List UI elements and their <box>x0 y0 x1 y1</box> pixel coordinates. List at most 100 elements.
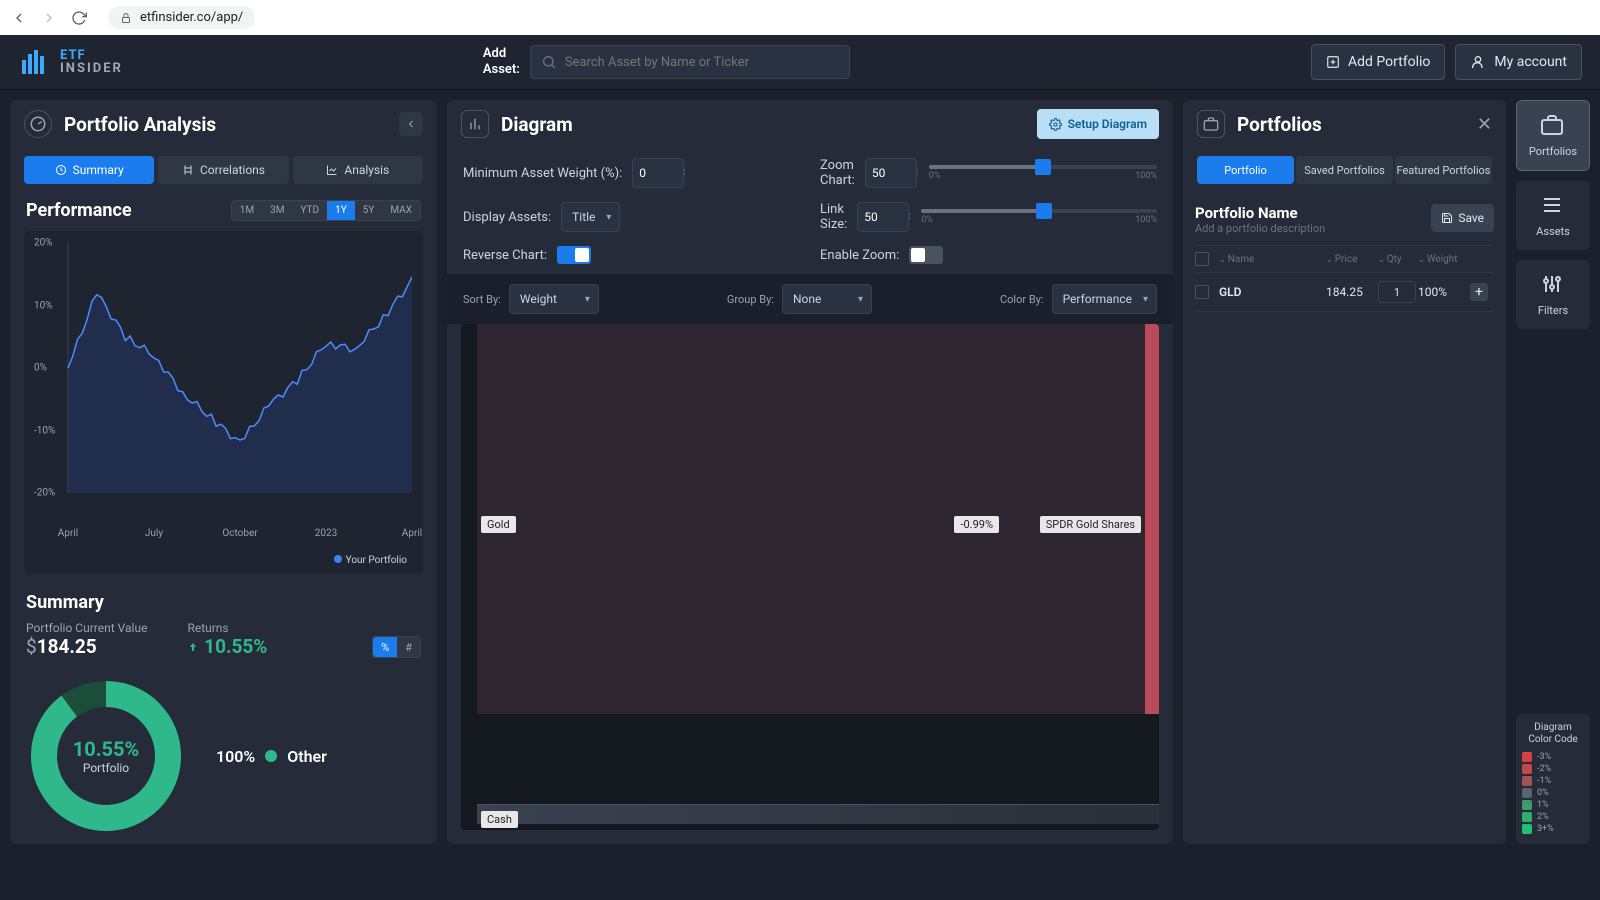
add-row-button[interactable]: + <box>1470 283 1488 301</box>
other-pct: 100% <box>216 747 255 766</box>
diagram-node-spdr[interactable] <box>1145 324 1159 714</box>
other-dot-icon <box>265 750 277 762</box>
link-size-slider[interactable]: 0%100% <box>921 209 1157 225</box>
range-selector: 1M3MYTD1Y5YMAX <box>231 200 421 221</box>
other-label: Other <box>287 747 327 766</box>
portfolio-name[interactable]: Portfolio Name <box>1195 204 1325 222</box>
range-ytd[interactable]: YTD <box>292 201 327 220</box>
row-weight: 100% <box>1418 285 1470 299</box>
min-weight-label: Minimum Asset Weight (%): <box>463 166 622 181</box>
rail-portfolios[interactable]: Portfolios <box>1516 100 1590 171</box>
tab-featured-portfolios[interactable]: Featured Portfolios <box>1395 156 1492 184</box>
legend-dot-icon <box>334 555 342 563</box>
col-qty[interactable]: Qty <box>1378 254 1418 265</box>
donut-pct: 10.55% <box>73 737 139 761</box>
tab-summary[interactable]: Summary <box>24 156 154 184</box>
tab-correlations[interactable]: Correlations <box>158 156 288 184</box>
row-qty-input[interactable]: 1 <box>1378 281 1416 303</box>
my-account-button[interactable]: My account <box>1455 44 1582 80</box>
min-weight-input[interactable] <box>632 158 684 188</box>
reverse-chart-label: Reverse Chart: <box>463 248 547 263</box>
search-input[interactable] <box>565 55 839 70</box>
performance-title: Performance <box>26 200 132 221</box>
legend-row: -1% <box>1522 776 1584 786</box>
x-tick: April <box>58 528 78 539</box>
x-tick: July <box>145 528 163 539</box>
performance-chart: 20%10%0%-10%-20%AprilJulyOctober2023Apri… <box>24 231 423 574</box>
arrow-up-icon <box>187 641 199 653</box>
forward-icon[interactable] <box>40 9 58 27</box>
sort-by-label: Sort By: <box>463 293 501 306</box>
perf-value-label: -0.99% <box>954 516 999 533</box>
legend-row: -2% <box>1522 764 1584 774</box>
table-row: GLD 184.25 1 100% + <box>1195 273 1494 312</box>
legend-row: 1% <box>1522 800 1584 810</box>
row-ticker[interactable]: GLD <box>1219 285 1326 299</box>
portfolio-analysis-panel: Portfolio Analysis SummaryCorrelationsAn… <box>10 100 437 844</box>
diagram-node-cash[interactable] <box>477 804 1159 824</box>
table-header: Name Price Qty Weight <box>1195 245 1494 273</box>
range-1y[interactable]: 1Y <box>327 201 355 220</box>
asset-search[interactable] <box>530 45 850 79</box>
portfolios-panel: Portfolios ✕ PortfolioSaved PortfoliosFe… <box>1183 100 1506 844</box>
returns-value: 10.55% <box>204 635 267 658</box>
add-portfolio-button[interactable]: Add Portfolio <box>1311 44 1445 80</box>
legend-label: Your Portfolio <box>346 555 407 566</box>
sort-by-select[interactable]: Weight <box>509 284 599 314</box>
display-assets-select[interactable]: Title <box>561 202 620 232</box>
collapse-left-icon[interactable] <box>399 112 423 136</box>
color-by-label: Color By: <box>1000 293 1044 306</box>
logo-icon <box>18 46 50 78</box>
range-3m[interactable]: 3M <box>262 201 292 220</box>
reverse-chart-toggle[interactable] <box>557 246 591 264</box>
range-1m[interactable]: 1M <box>232 201 262 220</box>
group-by-select[interactable]: None <box>782 284 872 314</box>
pct-hash-toggle[interactable]: % # <box>372 636 421 658</box>
save-button[interactable]: Save <box>1431 204 1494 232</box>
gold-label: Gold <box>481 516 516 533</box>
rail-filters[interactable]: Filters <box>1516 260 1590 329</box>
select-all-checkbox[interactable] <box>1195 252 1209 266</box>
tab-saved-portfolios[interactable]: Saved Portfolios <box>1296 156 1393 184</box>
back-icon[interactable] <box>10 9 28 27</box>
returns-label: Returns <box>187 621 267 635</box>
row-price: 184.25 <box>1326 285 1378 299</box>
color-by-select[interactable]: Performance <box>1052 284 1157 314</box>
lock-icon <box>120 12 132 24</box>
portfolios-icon <box>1540 113 1566 139</box>
asset-name-label: SPDR Gold Shares <box>1040 516 1141 533</box>
zoom-slider[interactable]: 0%100% <box>929 165 1157 181</box>
close-icon[interactable]: ✕ <box>1477 114 1492 135</box>
diagram-canvas[interactable]: Gold -0.99% SPDR Gold Shares Cash <box>461 324 1159 830</box>
col-price[interactable]: Price <box>1326 254 1378 265</box>
panel-title: Diagram <box>501 113 573 136</box>
logo[interactable]: ETF INSIDER <box>18 46 123 78</box>
link-size-input[interactable] <box>857 202 909 232</box>
zoom-input[interactable] <box>865 158 917 188</box>
col-name[interactable]: Name <box>1219 254 1326 265</box>
portfolio-desc[interactable]: Add a portfolio description <box>1195 222 1325 235</box>
legend-row: 2% <box>1522 812 1584 822</box>
legend-row: 3+% <box>1522 824 1584 834</box>
current-value: 184.25 <box>37 635 97 658</box>
briefcase-icon <box>1197 110 1225 138</box>
app-header: ETF INSIDER Add Asset: Add Portfolio My … <box>0 35 1600 90</box>
col-weight[interactable]: Weight <box>1418 254 1470 265</box>
rail-assets[interactable]: Assets <box>1516 181 1590 250</box>
setup-diagram-button[interactable]: Setup Diagram <box>1037 109 1159 139</box>
summary-title: Summary <box>26 592 421 613</box>
tab-analysis[interactable]: Analysis <box>293 156 423 184</box>
enable-zoom-toggle[interactable] <box>909 246 943 264</box>
range-max[interactable]: MAX <box>382 201 420 220</box>
donut-label: Portfolio <box>83 761 129 775</box>
reload-icon[interactable] <box>70 9 88 27</box>
current-value-label: Portfolio Current Value <box>26 621 147 635</box>
row-checkbox[interactable] <box>1195 285 1209 299</box>
tab-portfolio[interactable]: Portfolio <box>1197 156 1294 184</box>
search-icon <box>541 54 557 70</box>
panel-title: Portfolios <box>1237 113 1322 136</box>
x-tick: October <box>222 528 257 539</box>
url-bar[interactable]: etfinsider.co/app/ <box>108 6 255 29</box>
range-5y[interactable]: 5Y <box>355 201 383 220</box>
panel-title: Portfolio Analysis <box>64 113 216 136</box>
